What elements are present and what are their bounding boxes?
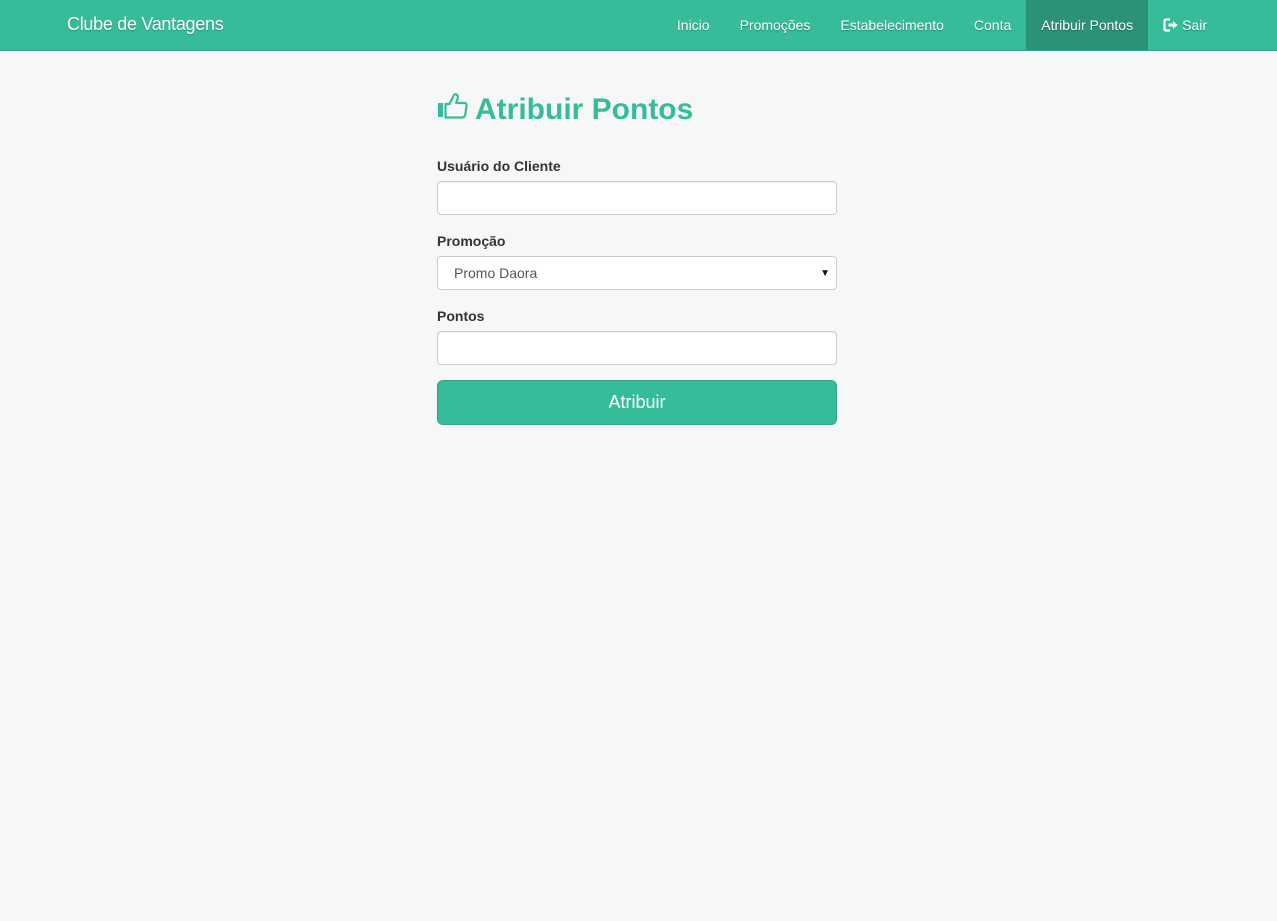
top-navbar: Clube de Vantagens Inicio Promoções Esta… [0, 0, 1277, 51]
nav-item-estabelecimento[interactable]: Estabelecimento [825, 0, 959, 50]
brand-link[interactable]: Clube de Vantagens [67, 14, 224, 35]
pontos-label: Pontos [437, 308, 485, 324]
nav-item-inicio[interactable]: Inicio [662, 0, 725, 50]
promocao-selected-value: Promo Daora [454, 265, 538, 281]
pontos-group: Pontos [437, 308, 837, 365]
nav-item-atribuir-pontos[interactable]: Atribuir Pontos [1026, 0, 1149, 50]
page-title-text: Atribuir Pontos [475, 93, 694, 126]
promocao-label: Promoção [437, 233, 506, 249]
cliente-input[interactable] [437, 181, 837, 215]
nav-menu: Inicio Promoções Estabelecimento Conta A… [662, 0, 1222, 50]
pontos-input[interactable] [437, 331, 837, 365]
atribuir-button[interactable]: Atribuir [437, 380, 837, 425]
page-title: Atribuir Pontos [437, 88, 837, 132]
cliente-group: Usuário do Cliente [437, 158, 837, 215]
thumbs-up-icon [437, 91, 469, 123]
sign-out-icon [1163, 18, 1178, 32]
cliente-label: Usuário do Cliente [437, 158, 561, 174]
main-content: Atribuir Pontos Usuário do Cliente Promo… [437, 88, 837, 425]
nav-item-sair[interactable]: Sair [1148, 0, 1222, 50]
promocao-group: Promoção Promo Daora ▼ [437, 233, 837, 290]
nav-item-sair-label: Sair [1182, 17, 1207, 33]
chevron-down-icon: ▼ [820, 268, 830, 279]
nav-item-conta[interactable]: Conta [959, 0, 1026, 50]
promocao-select[interactable]: Promo Daora ▼ [437, 256, 837, 290]
nav-item-promocoes[interactable]: Promoções [725, 0, 826, 50]
